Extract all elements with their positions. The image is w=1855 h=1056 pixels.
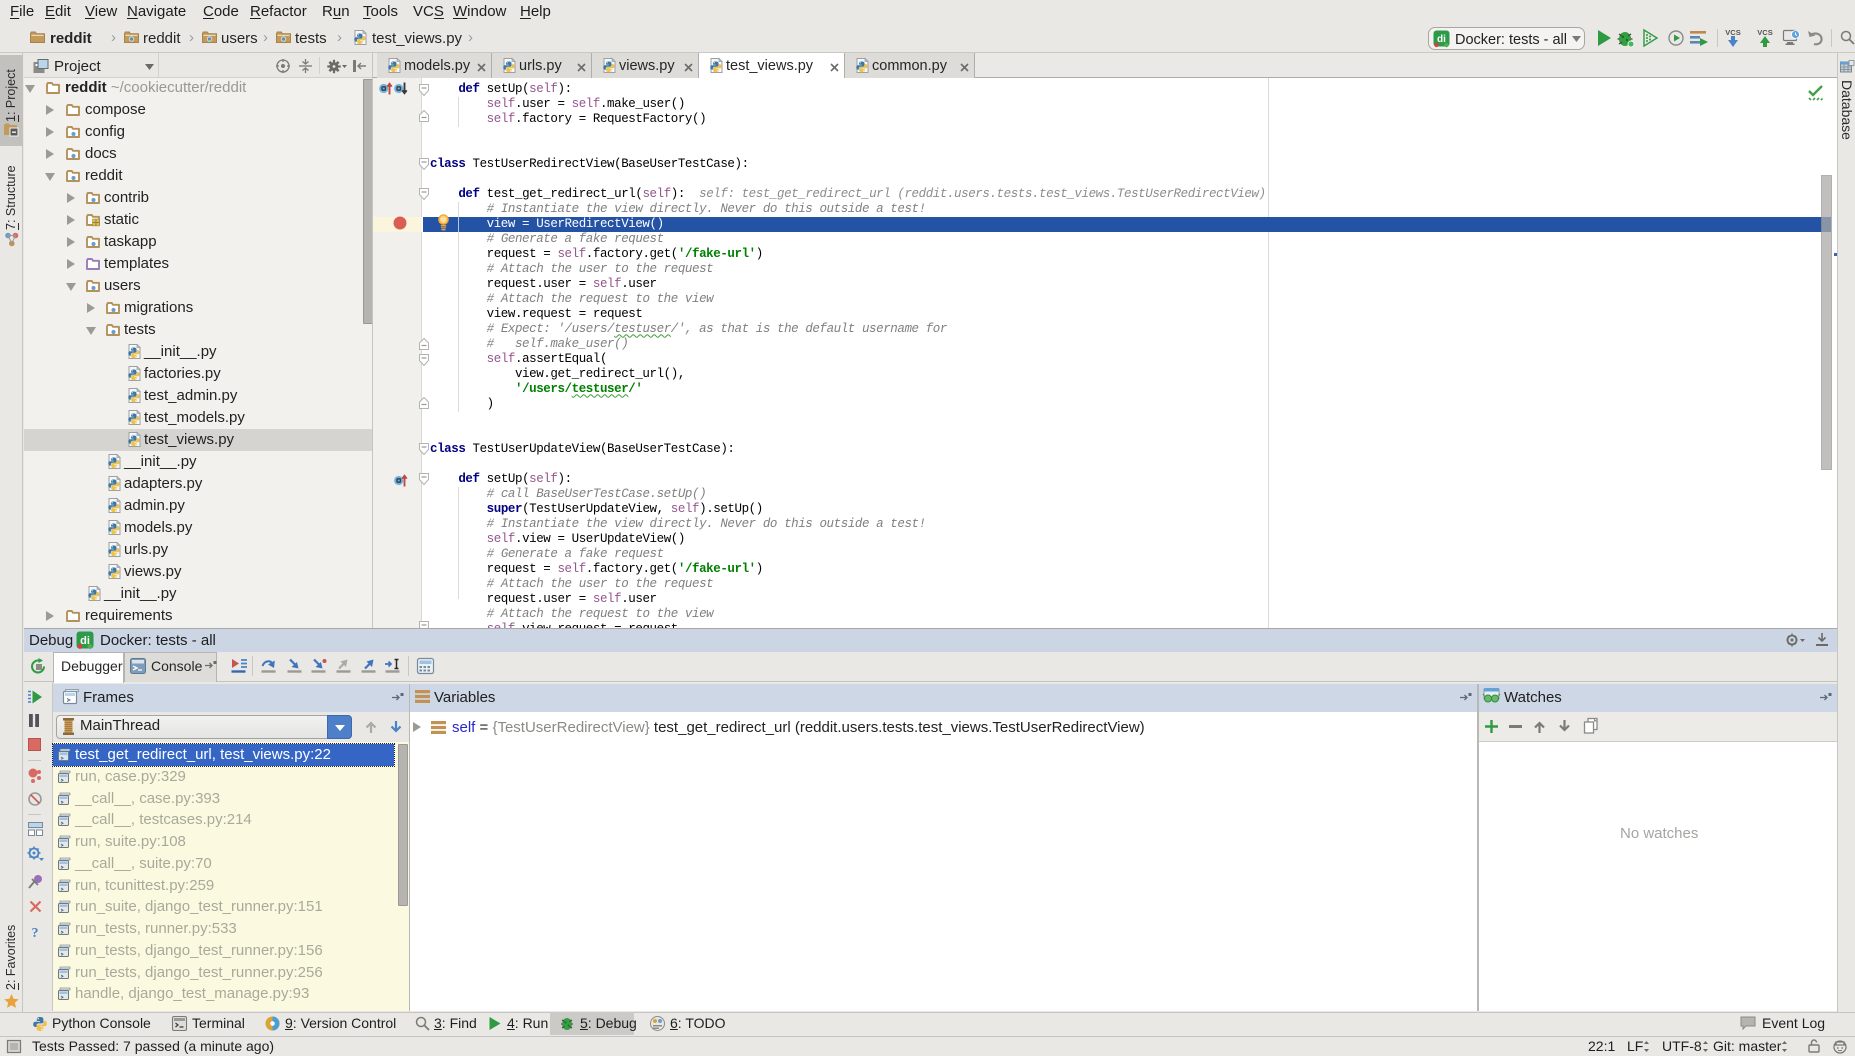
svg-text:?: ? <box>32 926 39 941</box>
svg-text:VCS: VCS <box>1725 28 1740 37</box>
svg-text:di: di <box>1437 34 1446 45</box>
svg-text:VCS: VCS <box>1757 28 1772 37</box>
